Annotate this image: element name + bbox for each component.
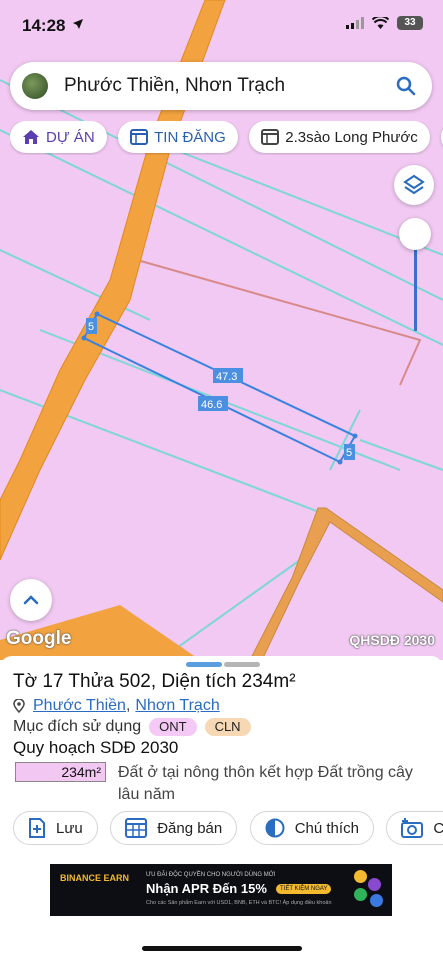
ad-banner[interactable]: BINANCE EARN ƯU ĐÃI ĐỘC QUYỀN CHO NGƯỜI … (50, 864, 392, 916)
chip-label: DỰ ÁN (46, 128, 95, 146)
edge-label-right: 5 (346, 447, 352, 459)
status-bar: 14:28 33 (0, 0, 443, 54)
contrast-icon (265, 818, 285, 838)
district-link[interactable]: Nhơn Trạch (135, 697, 219, 715)
cellular-signal-icon (346, 17, 364, 29)
chip-label: TIN ĐĂNG (154, 128, 226, 146)
search-button[interactable] (386, 66, 426, 106)
chip-label: 2.3sào Long Phước (285, 128, 418, 146)
layers-button[interactable] (394, 165, 434, 205)
plan-title: Quy hoạch SDĐ 2030 (13, 738, 179, 757)
edge-label-bottom: 46.6 (201, 399, 222, 411)
plan-area-swatch: 234m² (15, 762, 106, 782)
search-input[interactable]: Phước Thiền, Nhơn Trạch (64, 75, 386, 97)
ad-headline: Nhận APR Đến 15% (146, 881, 267, 896)
legend-button[interactable]: Chú thích (249, 811, 374, 845)
search-icon (396, 76, 416, 96)
selected-parcel (82, 312, 357, 464)
ad-cta-button[interactable]: TIẾT KIỆM NGAY (276, 884, 332, 894)
ad-brand: BINANCE EARN (60, 873, 130, 883)
listing-icon (261, 129, 280, 145)
action-buttons: Lưu Đăng bán Chú thích Ch (13, 811, 443, 847)
location-pin-icon (13, 699, 25, 713)
home-indicator (142, 946, 302, 951)
sheet-handle-active[interactable] (186, 662, 222, 667)
filter-chips: DỰ ÁN TIN ĐĂNG 2.3sào Long Phước 630 (10, 121, 443, 155)
location-arrow-icon (73, 19, 83, 29)
opacity-slider-handle[interactable] (399, 218, 431, 250)
ad-subtext: Cho các Sản phẩm Earn với USD1, BNB, ETH… (146, 900, 332, 906)
listing-icon (130, 129, 149, 145)
expand-up-button[interactable] (10, 579, 52, 621)
plan-description: Đất ở tại nông thôn kết hợp Đất trồng câ… (118, 764, 413, 803)
purpose-tag-cln: CLN (204, 718, 251, 736)
status-time: 14:28 (22, 16, 66, 35)
save-button[interactable]: Lưu (13, 811, 98, 845)
search-bar[interactable]: Phước Thiền, Nhơn Trạch (10, 62, 432, 110)
parcel-info-sheet: Tờ 17 Thửa 502, Diện tích 234m² Phước Th… (0, 656, 443, 960)
battery-indicator: 33 (397, 16, 423, 30)
usd-coin-icon (354, 888, 367, 901)
chip-tin-dang[interactable]: TIN ĐĂNG (118, 121, 238, 153)
chip-listing-long-phuoc[interactable]: 2.3sào Long Phước (249, 121, 430, 153)
chip-du-an[interactable]: DỰ ÁN (10, 121, 107, 153)
camera-button[interactable]: Ch (386, 811, 443, 845)
bnb-coin-icon (354, 870, 367, 883)
save-add-icon (28, 818, 46, 838)
map-view[interactable]: 5 47.3 46.6 5 14:28 33 Phước Thiền, Nhơn… (0, 0, 443, 660)
layers-icon (403, 174, 425, 195)
map-parcel-boundary-red (129, 257, 422, 386)
calendar-grid-icon (125, 818, 148, 838)
chevron-up-icon (23, 595, 39, 605)
edge-label-left: 5 (88, 321, 94, 333)
save-label: Lưu (56, 819, 83, 837)
btc-coin-icon (370, 894, 383, 907)
land-purpose-row: Mục đích sử dụng ONT CLN (13, 718, 251, 736)
edge-label-top: 47.3 (216, 371, 237, 383)
wifi-icon (372, 17, 389, 29)
house-icon (22, 129, 40, 145)
camera-add-icon (401, 818, 424, 838)
legend-label: Chú thích (294, 819, 359, 837)
parcel-location: Phước Thiền , Nhơn Trạch (13, 697, 220, 715)
camera-label: Ch (433, 819, 443, 837)
purpose-label: Mục đích sử dụng (13, 718, 142, 735)
post-sale-label: Đăng bán (157, 819, 223, 837)
purpose-tag-ont: ONT (149, 718, 197, 736)
google-attribution: Google (6, 628, 72, 649)
avatar[interactable] (22, 73, 48, 99)
eth-coin-icon (368, 878, 381, 891)
ad-top-line: ƯU ĐÃI ĐỘC QUYỀN CHO NGƯỜI DÙNG MỚI (146, 872, 276, 878)
ward-link[interactable]: Phước Thiền (33, 697, 126, 715)
sheet-handle[interactable] (224, 662, 260, 667)
post-sale-button[interactable]: Đăng bán (110, 811, 238, 845)
parcel-title: Tờ 17 Thửa 502, Diện tích 234m² (13, 671, 296, 692)
layer-label: QHSDĐ 2030 (349, 632, 435, 648)
